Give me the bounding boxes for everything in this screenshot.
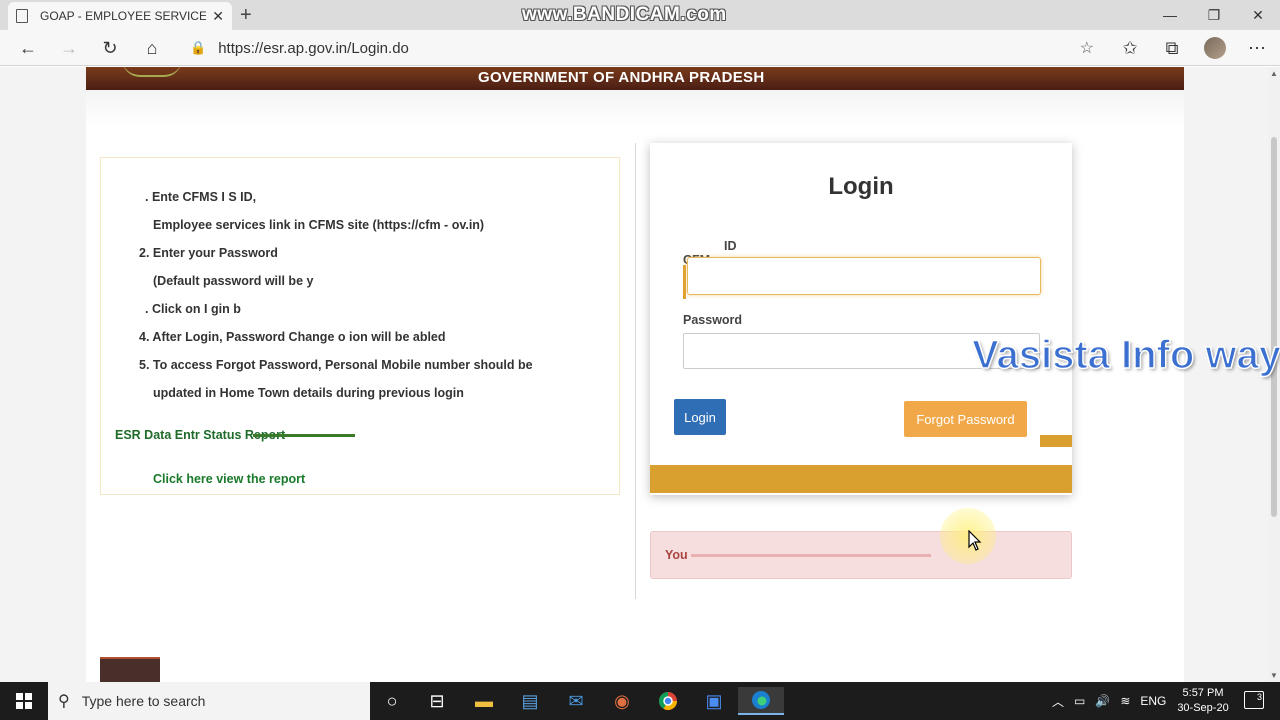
address-bar[interactable]: 🔒 https://esr.ap.gov.in/Login.do ☆: [180, 33, 1100, 63]
clock-time: 5:57 PM: [1182, 687, 1224, 699]
close-tab-icon[interactable]: ✕: [212, 8, 224, 25]
search-icon: ⚲: [58, 693, 70, 710]
id-label: ID: [724, 239, 737, 253]
browser-tab[interactable]: GOAP - EMPLOYEE SERVICE BOO ✕: [8, 2, 232, 30]
back-icon[interactable]: ←: [16, 36, 40, 60]
login-title: Login: [828, 173, 894, 200]
site-header-title: GOVERNMENT OF ANDHRA PRADESH: [478, 69, 765, 86]
cfms-accent: [683, 265, 686, 299]
forgot-password-button[interactable]: Forgot Password: [904, 401, 1027, 437]
card-accent: [1040, 435, 1072, 447]
clock[interactable]: 5:57 PM 30-Sep-20: [1174, 686, 1232, 716]
report-underline: [253, 434, 355, 437]
chrome-icon[interactable]: [654, 687, 682, 715]
notepad-icon[interactable]: ▤: [516, 687, 544, 715]
header-subband: [86, 90, 1184, 128]
file-explorer-icon[interactable]: ▬: [470, 687, 498, 715]
instruction-line: Employee services link in CFMS site (htt…: [153, 218, 485, 232]
media-player-icon[interactable]: ◉: [608, 687, 636, 715]
url-text[interactable]: https://esr.ap.gov.in/Login.do: [218, 40, 409, 57]
profile-avatar[interactable]: [1204, 37, 1226, 59]
cfms-id-input[interactable]: [687, 257, 1041, 295]
home-icon[interactable]: ⌂: [140, 36, 164, 60]
site-header: GOVERNMENT OF ANDHRA PRADESH: [86, 67, 1184, 90]
new-tab-button[interactable]: +: [240, 4, 252, 27]
search-placeholder: Type here to search: [81, 693, 206, 709]
panel-divider: [635, 143, 636, 599]
maximize-icon[interactable]: ❐: [1192, 0, 1236, 30]
alert-redaction: [691, 554, 931, 557]
volume-icon[interactable]: 🔊: [1095, 694, 1110, 708]
recording-watermark: www.BANDICAM.com: [522, 4, 727, 25]
instruction-line: updated in Home Town details during prev…: [153, 386, 464, 400]
taskbar-search[interactable]: ⚲ Type here to search: [48, 682, 370, 720]
scroll-down-icon[interactable]: ▼: [1270, 671, 1278, 680]
password-label: Password: [683, 313, 743, 327]
instruction-line: 5. To access Forgot Password, Personal M…: [139, 358, 533, 372]
alert-message: You: [650, 531, 1072, 579]
window-controls: — ❐ ✕: [1148, 0, 1280, 30]
edge-icon[interactable]: [738, 687, 784, 715]
page-icon: [16, 9, 28, 23]
show-hidden-icon[interactable]: ︿: [1052, 693, 1064, 710]
lock-icon: 🔒: [190, 40, 207, 55]
card-footer-bar: [650, 465, 1072, 493]
zoom-icon[interactable]: ▣: [700, 687, 728, 715]
clock-date: 30-Sep-20: [1177, 702, 1229, 714]
collections-icon[interactable]: ⧉: [1160, 36, 1184, 60]
footer-block: [100, 657, 160, 682]
scroll-thumb[interactable]: [1271, 137, 1277, 517]
close-window-icon[interactable]: ✕: [1236, 0, 1280, 30]
taskbar: ⚲ Type here to search ○ ⊟ ▬ ▤ ✉ ◉ ▣ ︿ ▭ …: [0, 682, 1280, 720]
channel-overlay: Vasista Info way: [971, 332, 1280, 378]
instructions-panel: . Ente CFMS I S ID, Employee services li…: [100, 157, 620, 495]
wifi-icon[interactable]: ≋: [1120, 694, 1130, 708]
login-card: Login ID CFM Password Login Forgot Passw…: [650, 143, 1072, 495]
system-tray: ︿ ▭ 🔊 ≋ ENG: [1052, 682, 1176, 720]
scroll-up-icon[interactable]: ▲: [1270, 69, 1278, 78]
more-icon[interactable]: ⋯: [1245, 36, 1269, 60]
forward-icon[interactable]: →: [57, 36, 81, 60]
view-report-link[interactable]: Click here view the report: [153, 472, 305, 486]
tab-title: GOAP - EMPLOYEE SERVICE BOO: [40, 9, 207, 23]
instruction-line: 2. Enter your Password: [139, 246, 278, 260]
mouse-cursor-icon: [968, 529, 982, 557]
minimize-icon[interactable]: —: [1148, 0, 1192, 30]
favorites-icon[interactable]: ✩: [1118, 36, 1142, 60]
task-view-icon[interactable]: ⊟: [423, 687, 451, 715]
star-icon[interactable]: ☆: [1080, 38, 1094, 58]
alert-text: You: [665, 548, 688, 562]
instruction-line: (Default password will be y: [153, 274, 314, 288]
government-logo: [122, 67, 182, 77]
refresh-icon[interactable]: ↻: [98, 36, 122, 60]
login-button[interactable]: Login: [674, 399, 726, 435]
notification-icon[interactable]: 3: [1244, 691, 1264, 709]
browser-navbar: ← → ↻ ⌂ 🔒 https://esr.ap.gov.in/Login.do…: [0, 30, 1280, 66]
instruction-line: . Click on I gin b: [145, 302, 241, 316]
battery-icon[interactable]: ▭: [1074, 694, 1085, 708]
browser-titlebar: GOAP - EMPLOYEE SERVICE BOO ✕ + www.BAND…: [0, 0, 1280, 30]
windows-start-icon[interactable]: [0, 682, 48, 720]
instruction-line: . Ente CFMS I S ID,: [145, 190, 257, 204]
cortana-icon[interactable]: ○: [378, 687, 406, 715]
instruction-line: 4. After Login, Password Change o ion wi…: [139, 330, 446, 344]
language-indicator[interactable]: ENG: [1140, 694, 1166, 708]
mail-icon[interactable]: ✉: [562, 687, 590, 715]
